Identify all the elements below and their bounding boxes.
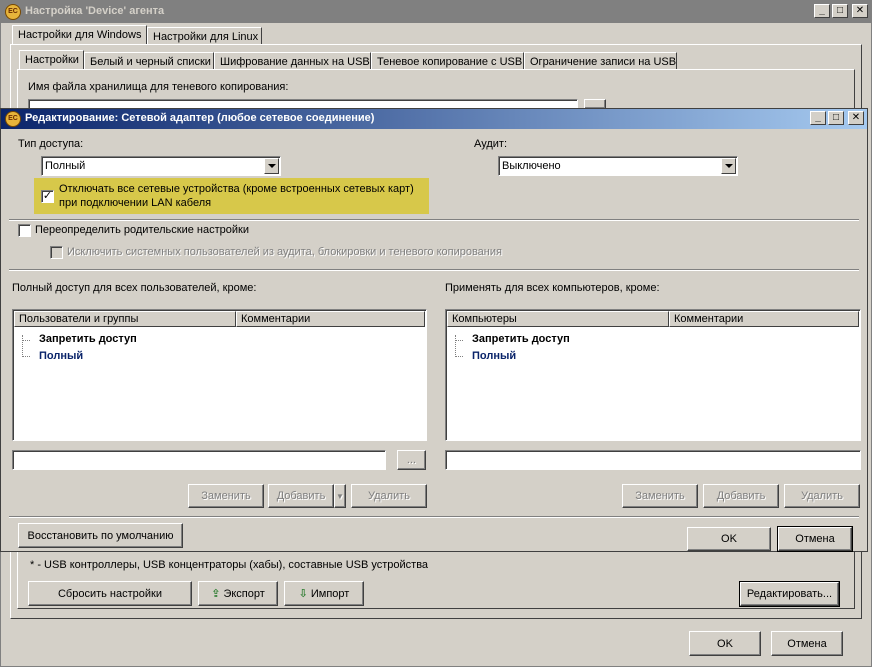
tree-branch [456, 340, 463, 341]
reset-settings-button[interactable]: Сбросить настройки [28, 581, 192, 606]
left-add-label: Добавить [276, 490, 326, 502]
main-window-title: Настройка 'Device' агента [25, 5, 165, 17]
tree-branch [23, 340, 30, 341]
dialog-close-button[interactable]: ✕ [848, 111, 864, 125]
main-cancel-button[interactable]: Отмена [771, 631, 843, 656]
separator-bottom [9, 516, 859, 518]
app-logo-icon: EC [5, 4, 21, 20]
tree-branch [456, 356, 463, 357]
edit-label: Редактировать... [746, 588, 833, 600]
main-cancel-label: Отмена [787, 637, 827, 650]
add-dropdown-icon: ▼ [336, 491, 344, 501]
maximize-button[interactable]: □ [832, 4, 848, 18]
separator-middle [9, 269, 859, 271]
storage-file-label: Имя файла хранилища для теневого копиров… [28, 81, 289, 93]
users-column-header[interactable]: Пользователи и группы [14, 311, 236, 327]
tab-usb-encryption[interactable]: Шифрование данных на USB [214, 52, 371, 69]
add-dropdown-button[interactable]: ▼ [334, 484, 346, 508]
computers-input[interactable] [445, 450, 861, 470]
audit-select[interactable]: Выключено [498, 156, 738, 176]
override-parent-label: Переопределить родительские настройки [35, 224, 249, 236]
disable-lan-label: Отключать все сетевые устройства (кроме … [59, 183, 414, 195]
tree-line [22, 335, 23, 357]
exclude-system-checkbox[interactable] [50, 246, 63, 259]
users-comments-column-header[interactable]: Комментарии [236, 311, 425, 327]
separator-top [9, 219, 859, 221]
close-button[interactable]: ✕ [852, 4, 868, 18]
tab-shadow-copy[interactable]: Теневое копирование с USB [371, 52, 524, 69]
dialog-titlebar[interactable]: EC Редактирование: Сетевой адаптер (любо… [1, 109, 867, 129]
left-add-button[interactable]: Добавить [268, 484, 334, 508]
restore-defaults-button[interactable]: Восстановить по умолчанию [18, 523, 183, 548]
main-ok-label: OK [717, 637, 733, 650]
disable-lan-label-line2: при подключении LAN кабеля [59, 197, 212, 209]
tab-settings[interactable]: Настройки [19, 50, 84, 69]
left-delete-label: Удалить [368, 490, 410, 502]
import-icon: ⇩ [298, 588, 308, 600]
reset-settings-label: Сбросить настройки [57, 587, 163, 600]
dialog-cancel-button[interactable]: Отмена [777, 526, 853, 552]
access-type-value: Полный [45, 160, 86, 172]
dialog-ok-button[interactable]: OK [687, 527, 771, 551]
access-type-select[interactable]: Полный [41, 156, 281, 176]
dialog-maximize-button[interactable]: □ [828, 111, 844, 125]
tree-branch [23, 356, 30, 357]
right-delete-button[interactable]: Удалить [784, 484, 860, 508]
left-replace-button[interactable]: Заменить [188, 484, 264, 508]
access-type-dropdown-icon[interactable] [264, 158, 279, 174]
computers-column-header[interactable]: Компьютеры [447, 311, 669, 327]
export-icon: ⇪ [211, 588, 221, 600]
main-ok-button[interactable]: OK [689, 631, 761, 656]
dialog-title: Редактирование: Сетевой адаптер (любое с… [25, 112, 375, 124]
access-type-label: Тип доступа: [18, 138, 84, 150]
tab-write-restriction[interactable]: Ограничение записи на USB [524, 52, 677, 69]
right-section-title: Применять для всех компьютеров, кроме: [445, 282, 660, 294]
dialog-minimize-button[interactable]: _ [810, 111, 826, 125]
users-list[interactable]: Пользователи и группы Комментарии Запрет… [12, 309, 427, 441]
tree-item-deny[interactable]: Запретить доступ [472, 333, 570, 345]
left-replace-label: Заменить [201, 490, 251, 502]
minimize-button[interactable]: _ [814, 4, 830, 18]
export-label: Экспорт [223, 587, 265, 600]
disable-lan-checkbox[interactable]: ✓ [41, 190, 54, 203]
import-label: Импорт [310, 587, 350, 600]
computers-comments-column-header[interactable]: Комментарии [669, 311, 859, 327]
export-button[interactable]: ⇪ Экспорт [198, 581, 278, 606]
audit-value: Выключено [502, 160, 561, 172]
import-button[interactable]: ⇩ Импорт [284, 581, 364, 606]
footnote-text: * - USB контроллеры, USB концентраторы (… [30, 559, 429, 571]
tree-item-full[interactable]: Полный [472, 350, 516, 362]
tab-linux-settings[interactable]: Настройки для Linux [147, 27, 262, 44]
tab-windows-settings[interactable]: Настройки для Windows [12, 25, 147, 44]
tab-white-black-lists[interactable]: Белый и черный списки [84, 52, 214, 69]
tree-line [455, 335, 456, 357]
right-replace-button[interactable]: Заменить [622, 484, 698, 508]
computers-list[interactable]: Компьютеры Комментарии Запретить доступ … [445, 309, 861, 441]
main-titlebar[interactable]: EC Настройка 'Device' агента _ □ ✕ [1, 1, 871, 23]
restore-defaults-label: Восстановить по умолчанию [27, 529, 174, 542]
exclude-system-label: Исключить системных пользователей из ауд… [67, 246, 502, 258]
audit-label: Аудит: [474, 138, 508, 150]
edit-dialog: EC Редактирование: Сетевой адаптер (любо… [0, 108, 868, 552]
browse-label: ... [406, 454, 417, 466]
tree-item-full[interactable]: Полный [39, 350, 83, 362]
left-section-title: Полный доступ для всех пользователей, кр… [12, 282, 257, 294]
audit-dropdown-icon[interactable] [721, 158, 736, 174]
override-parent-checkbox[interactable] [18, 224, 31, 237]
dialog-ok-label: OK [721, 533, 737, 545]
right-delete-label: Удалить [801, 490, 843, 502]
right-add-button[interactable]: Добавить [703, 484, 779, 508]
dialog-cancel-label: Отмена [795, 533, 835, 545]
left-delete-button[interactable]: Удалить [351, 484, 427, 508]
users-input[interactable] [12, 450, 386, 470]
dialog-logo-icon: EC [5, 111, 21, 127]
tree-item-deny[interactable]: Запретить доступ [39, 333, 137, 345]
browse-button[interactable]: ... [397, 450, 426, 470]
right-add-label: Добавить [716, 490, 766, 502]
edit-button[interactable]: Редактировать... [739, 581, 840, 607]
right-replace-label: Заменить [635, 490, 685, 502]
